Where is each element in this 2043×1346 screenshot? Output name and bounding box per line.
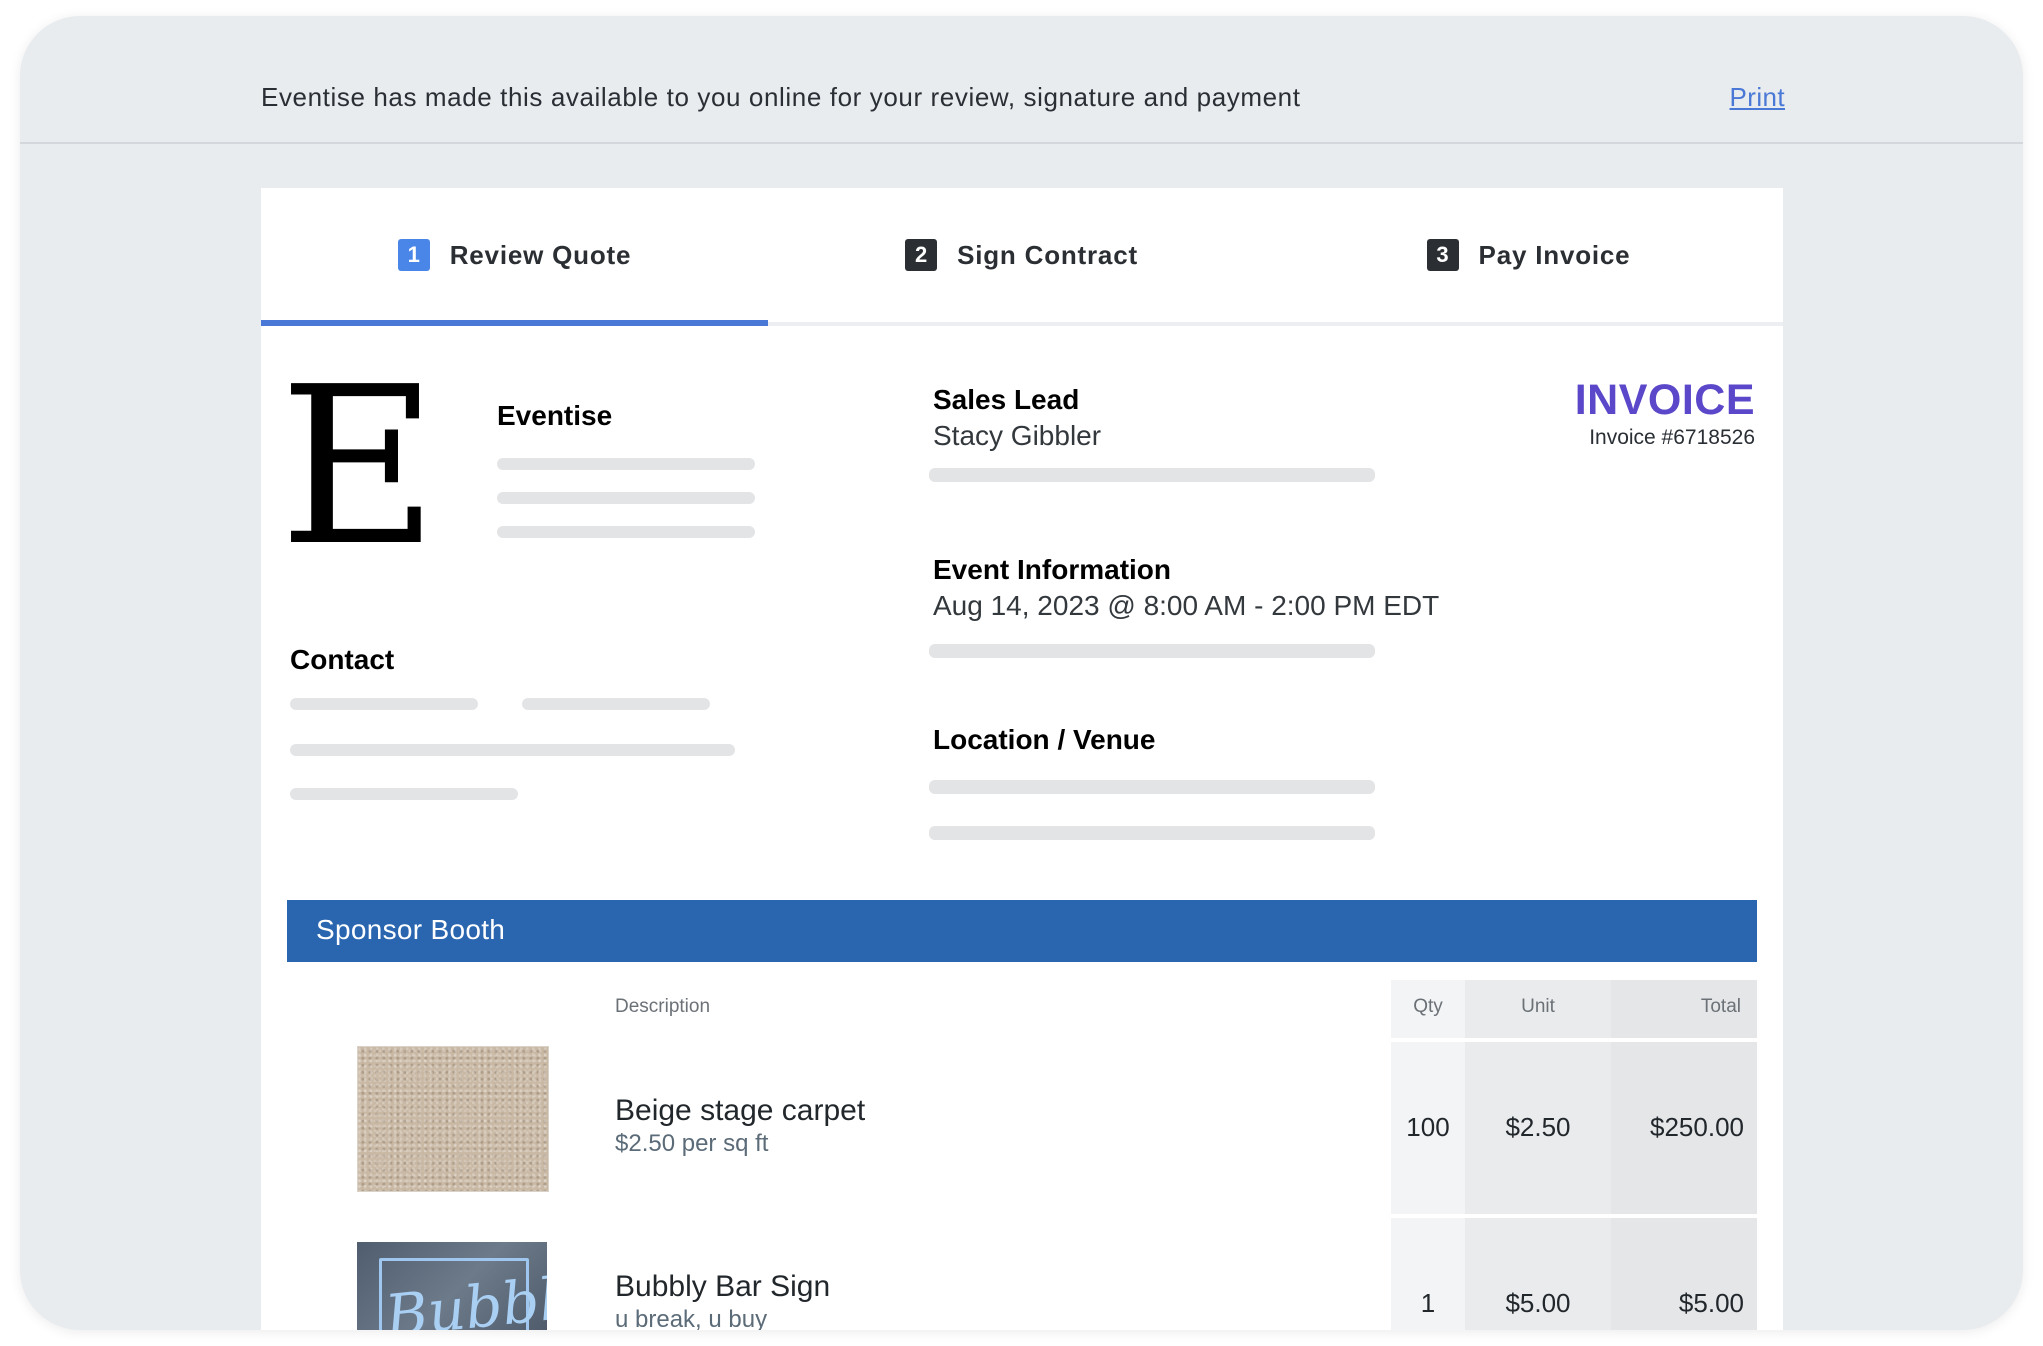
- app-window: Eventise has made this available to you …: [20, 16, 2023, 1330]
- item-subtitle: u break, u buy: [615, 1306, 768, 1330]
- step-number-badge: 1: [397, 239, 430, 271]
- tab-label: Pay Invoice: [1478, 239, 1631, 270]
- event-info-heading: Event Information: [933, 554, 1172, 585]
- section-header: Sponsor Booth: [287, 900, 1757, 962]
- tab-pay-invoice[interactable]: 3 Pay Invoice: [1275, 188, 1782, 322]
- location-heading: Location / Venue: [933, 724, 1156, 755]
- placeholder-line: [497, 458, 755, 470]
- placeholder-line: [290, 744, 735, 756]
- placeholder-line: [929, 826, 1375, 840]
- placeholder-line: [497, 492, 755, 504]
- item-subtitle: $2.50 per sq ft: [615, 1130, 769, 1157]
- neon-sign-image: Bubbly: [357, 1242, 547, 1330]
- placeholder-line: [522, 698, 710, 710]
- step-tabs: 1 Review Quote 2 Sign Contract 3 Pay Inv…: [261, 188, 1783, 326]
- invoice-number: Invoice #6718526: [1589, 426, 1755, 449]
- item-name: Beige stage carpet: [615, 1094, 866, 1127]
- item-qty: 1: [1420, 1288, 1436, 1318]
- section-title: Sponsor Booth: [316, 914, 506, 945]
- carpet-image: [357, 1046, 549, 1192]
- event-datetime: Aug 14, 2023 @ 8:00 AM - 2:00 PM EDT: [933, 590, 1440, 621]
- placeholder-line: [290, 788, 518, 800]
- item-total: $5.00: [1678, 1288, 1744, 1318]
- sales-lead-name: Stacy Gibbler: [933, 420, 1102, 451]
- sales-lead-heading: Sales Lead: [933, 384, 1080, 415]
- banner-message: Eventise has made this available to you …: [261, 82, 1301, 112]
- step-number-badge: 3: [1426, 239, 1459, 271]
- item-unit-price: $5.00: [1505, 1288, 1571, 1318]
- placeholder-line: [290, 698, 478, 710]
- column-header-total: Total: [1700, 996, 1741, 1017]
- review-banner: Eventise has made this available to you …: [20, 16, 2023, 144]
- placeholder-line: [929, 468, 1375, 482]
- placeholder-line: [929, 644, 1375, 658]
- column-header-qty: Qty: [1413, 996, 1443, 1017]
- invoice-title: INVOICE: [1574, 376, 1755, 424]
- placeholder-line: [497, 526, 755, 538]
- placeholder-line: [929, 780, 1375, 794]
- contact-heading: Contact: [290, 644, 395, 675]
- tab-review-quote[interactable]: 1 Review Quote: [261, 188, 768, 326]
- column-header-description: Description: [615, 996, 711, 1017]
- print-link[interactable]: Print: [1730, 82, 1785, 113]
- company-logo: E: [279, 341, 438, 594]
- tab-label: Review Quote: [449, 239, 632, 270]
- document-card: 1 Review Quote 2 Sign Contract 3 Pay Inv…: [261, 188, 1783, 1330]
- tab-label: Sign Contract: [957, 239, 1138, 270]
- column-header-unit: Unit: [1521, 996, 1555, 1017]
- company-name: Eventise: [497, 400, 613, 431]
- item-unit-price: $2.50: [1505, 1112, 1571, 1142]
- item-qty: 100: [1406, 1112, 1450, 1142]
- tab-sign-contract[interactable]: 2 Sign Contract: [768, 188, 1275, 322]
- step-number-badge: 2: [905, 239, 938, 271]
- item-name: Bubbly Bar Sign: [615, 1270, 831, 1303]
- item-total: $250.00: [1650, 1112, 1744, 1142]
